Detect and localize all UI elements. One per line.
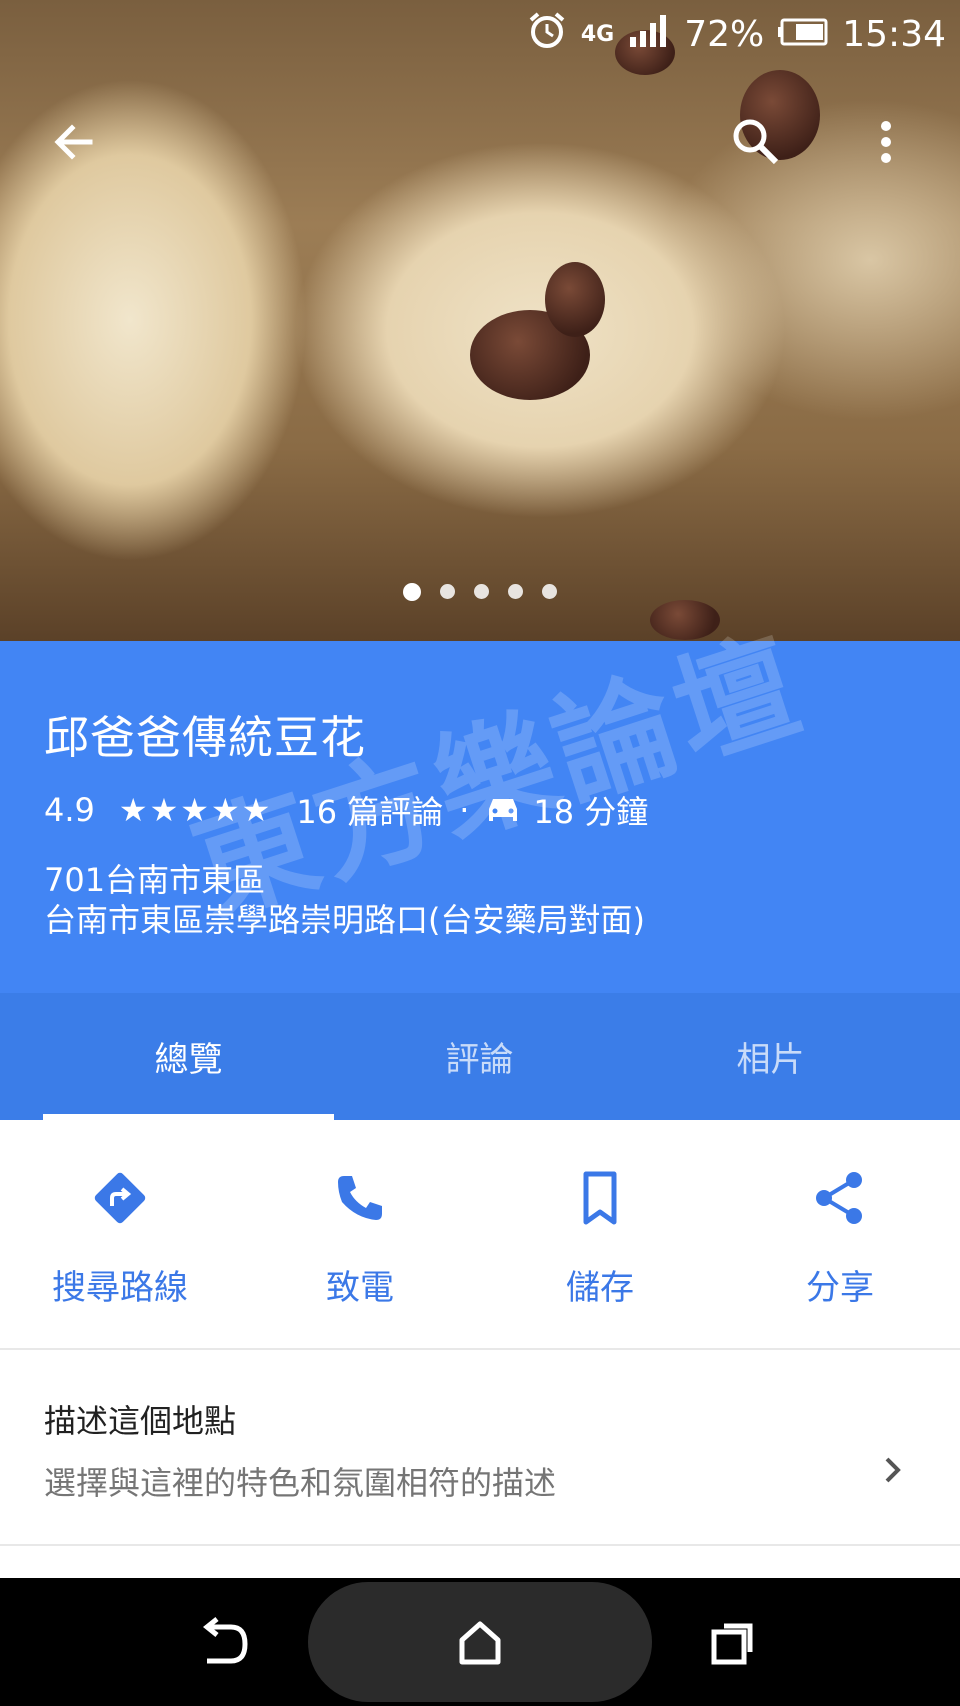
- tab-photos[interactable]: 相片: [625, 993, 916, 1120]
- place-photo[interactable]: [0, 0, 960, 641]
- network-type: 4G: [580, 22, 615, 47]
- save-label: 儲存: [566, 1268, 634, 1308]
- call-label: 致電: [326, 1268, 394, 1308]
- tab-label: 總覽: [154, 1040, 223, 1080]
- pager-dot[interactable]: [403, 583, 421, 601]
- tab-label: 評論: [445, 1040, 514, 1080]
- phone-icon: [240, 1168, 480, 1228]
- photo-pager: [0, 583, 960, 601]
- tab-bar: 總覽 評論 相片: [0, 993, 960, 1120]
- status-bar: 4G 72% 15:34: [0, 0, 960, 68]
- directions-icon: [0, 1168, 240, 1228]
- top-app-bar: [0, 98, 960, 188]
- describe-title: 描述這個地點: [44, 1402, 237, 1440]
- alarm-icon: [527, 10, 567, 59]
- rating-row[interactable]: 4.9 ★★★★★ 16 篇評論 · 18 分鐘: [44, 787, 648, 833]
- battery-level: 72%: [684, 14, 765, 55]
- describe-place-row[interactable]: 描述這個地點 選擇與這裡的特色和氛圍相符的描述: [0, 1350, 960, 1546]
- call-button[interactable]: 致電: [240, 1120, 480, 1348]
- separator: ·: [459, 791, 470, 829]
- battery-icon: [778, 14, 828, 55]
- address-line: 台南市東區崇學路崇明路口(台安藥局對面): [44, 901, 645, 939]
- describe-subtitle: 選擇與這裡的特色和氛圍相符的描述: [44, 1464, 557, 1502]
- clock: 15:34: [842, 14, 946, 55]
- pager-dot[interactable]: [474, 584, 489, 599]
- directions-button[interactable]: 搜尋路線: [0, 1120, 240, 1348]
- tab-reviews[interactable]: 評論: [334, 993, 625, 1120]
- more-vert-icon[interactable]: [846, 102, 926, 182]
- save-button[interactable]: 儲存: [480, 1120, 720, 1348]
- share-button[interactable]: 分享: [720, 1120, 960, 1348]
- tab-label: 相片: [736, 1040, 805, 1080]
- drive-time: 18 分鐘: [533, 793, 649, 831]
- back-arrow-icon[interactable]: [34, 102, 114, 182]
- rating-stars: ★★★★★: [118, 791, 273, 829]
- nav-recents-icon[interactable]: [694, 1602, 774, 1682]
- system-nav-bar: [0, 1578, 960, 1706]
- signal-icon: [628, 13, 670, 56]
- pager-dot[interactable]: [508, 584, 523, 599]
- car-icon: [485, 795, 521, 825]
- pager-dot[interactable]: [440, 584, 455, 599]
- chevron-right-icon: [882, 1454, 904, 1490]
- rating-value: 4.9: [44, 791, 95, 829]
- pager-dot[interactable]: [542, 584, 557, 599]
- nav-home-icon[interactable]: [440, 1602, 520, 1682]
- bookmark-icon: [480, 1168, 720, 1228]
- tab-overview[interactable]: 總覽: [43, 993, 334, 1120]
- place-header: 邱爸爸傳統豆花 4.9 ★★★★★ 16 篇評論 · 18 分鐘 701台南市東…: [0, 641, 960, 993]
- share-label: 分享: [806, 1268, 874, 1308]
- directions-label: 搜尋路線: [52, 1268, 188, 1308]
- search-icon[interactable]: [716, 102, 796, 182]
- nav-back-icon[interactable]: [184, 1602, 264, 1682]
- share-icon: [720, 1168, 960, 1228]
- red-bean: [650, 600, 720, 640]
- place-title: 邱爸爸傳統豆花: [44, 711, 367, 764]
- red-bean: [545, 262, 605, 337]
- action-row: 搜尋路線 致電 儲存 分享: [0, 1120, 960, 1350]
- review-count: 16 篇評論: [296, 793, 444, 831]
